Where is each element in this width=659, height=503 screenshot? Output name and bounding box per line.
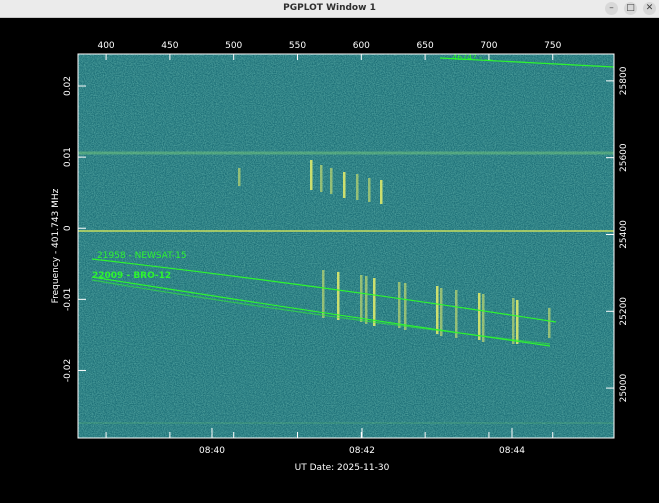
signal-burst [482,294,485,342]
signal-burst [512,298,515,344]
left-tick-label: -0.02 [63,359,73,382]
window-titlebar: PGPLOT Window 1 – □ ✕ [0,0,659,18]
y-axis-label: Frequency - 401.743 MHz [51,188,61,303]
maximize-button[interactable]: □ [624,2,637,15]
signal-burst [330,168,333,194]
left-tick-label: 0.02 [63,76,73,96]
right-tick-label: 25600 [619,143,629,172]
left-tick-label: -0.01 [63,288,73,311]
top-tick-label: 400 [97,41,114,51]
right-tick-label: 25800 [619,66,629,95]
signal-burst [322,270,325,318]
signal-burst [356,174,359,200]
x-axis-label: UT Date: 2025-11-30 [295,463,390,473]
signal-burst [337,272,340,320]
signal-burst [455,290,458,338]
signal-burst [436,286,439,334]
signal-burst [360,275,363,322]
left-tick-label: 0.01 [63,147,73,167]
minimize-button[interactable]: – [605,2,618,15]
top-tick-label: 700 [480,41,497,51]
right-tick-label: 25200 [619,297,629,326]
signal-burst [343,172,346,198]
plot-area: 21958 - NEWSAT-15 22009 - BRO-12 4624? -… [0,18,659,499]
top-tick-label: 750 [544,41,561,51]
signal-burst [516,300,519,344]
bottom-tick-label: 08:44 [499,446,525,456]
signal-burst [373,278,376,326]
signal-burst [320,165,323,192]
waterfall-chart: 21958 - NEWSAT-15 22009 - BRO-12 4624? -… [51,41,629,473]
right-tick-label: 25000 [619,373,629,402]
top-tick-label: 500 [225,41,242,51]
bottom-tick-label: 08:42 [349,446,375,456]
signal-burst [478,293,481,340]
signal-burst [310,160,313,190]
bottom-tick-label: 08:40 [199,446,225,456]
signal-burst [398,282,401,328]
top-tick-label: 450 [161,41,178,51]
close-button[interactable]: ✕ [643,2,656,15]
top-tick-label: 650 [417,41,434,51]
spectrogram-texture [78,54,614,438]
window-title: PGPLOT Window 1 [283,3,376,13]
top-tick-label: 550 [289,41,306,51]
top-tick-label: 600 [353,41,370,51]
annotation-bro: 22009 - BRO-12 [92,271,171,281]
annotation-newsat: 21958 - NEWSAT-15 [97,251,187,261]
signal-burst [404,283,407,330]
signal-burst [368,178,371,202]
signal-burst [365,276,368,324]
right-tick-label: 25400 [619,220,629,249]
signal-burst [238,168,241,186]
signal-burst [380,180,383,204]
left-tick-label: 0 [63,225,73,231]
signal-burst [548,308,551,338]
signal-burst [440,288,443,336]
